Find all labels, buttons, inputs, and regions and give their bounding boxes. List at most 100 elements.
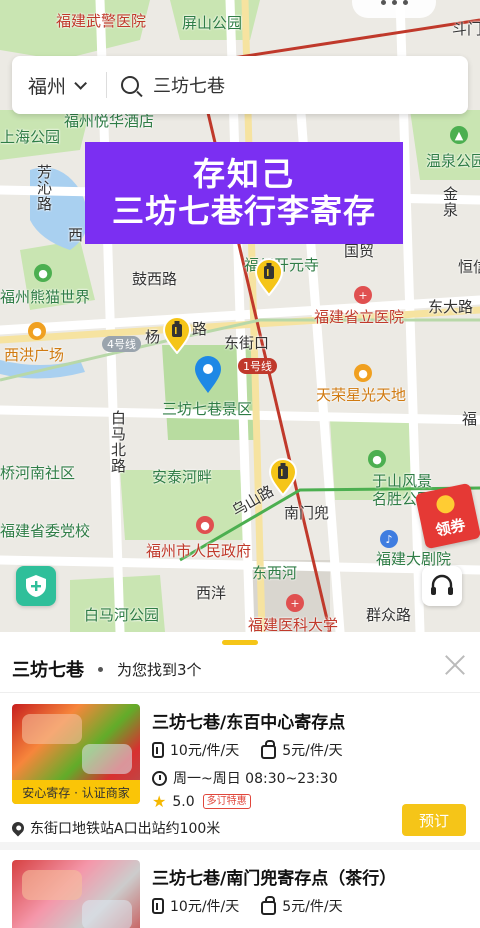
- map-label: 西洪广场: [4, 346, 65, 364]
- poi-icon: ●: [28, 322, 46, 340]
- opening-hours: 周一~周日 08:30~23:30: [173, 771, 338, 787]
- results-header: 三坊七巷 为您找到3个: [12, 656, 202, 682]
- headset-icon: [431, 574, 453, 595]
- certified-badge: 安心寄存 · 认证商家: [12, 780, 140, 804]
- camera-icon: ●: [368, 450, 386, 468]
- map-label: 上海公园: [0, 128, 61, 146]
- card-divider: [0, 842, 480, 850]
- map-label: 桥河南社区: [0, 464, 76, 482]
- hospital-icon: +: [354, 286, 372, 304]
- city-label: 福州: [28, 75, 67, 98]
- map-label: 三坊七巷景区: [162, 400, 253, 418]
- store-photo: [12, 860, 140, 928]
- mini-program-capsule[interactable]: [352, 0, 436, 18]
- metro-line-badge: 1号线: [238, 358, 277, 374]
- map-label: 屏山公园: [182, 14, 243, 32]
- map-pin-icon: [9, 819, 27, 837]
- map-label: 鼓西路: [132, 270, 178, 288]
- customer-service-button[interactable]: [422, 566, 462, 606]
- banner-line-2: 三坊七巷行李寄存: [111, 192, 376, 230]
- map-label: 杨: [145, 328, 161, 346]
- store-photo: 安心寄存 · 认证商家: [12, 704, 140, 804]
- shield-icon: [26, 575, 46, 597]
- park-icon: ▲: [450, 126, 468, 144]
- map-label: 福州市人民政府: [146, 542, 252, 560]
- mall-icon: ●: [354, 364, 372, 382]
- star-icon: ★: [152, 792, 167, 811]
- luggage-price: 10元/件/天: [170, 899, 240, 915]
- map-label: 芳沁路: [35, 164, 53, 212]
- coupon-label: 领券: [433, 515, 468, 540]
- results-sheet: 三坊七巷 为您找到3个 安心寄存 · 认证商家 三坊七巷/东百中心寄存点 10元…: [0, 632, 480, 928]
- music-icon: ♪: [380, 530, 398, 548]
- divider: [0, 692, 480, 693]
- coin-icon: [434, 493, 457, 515]
- location-pin-icon: [195, 356, 221, 393]
- discount-tag: 多订特惠: [202, 794, 251, 809]
- map-label: 安泰河畔: [152, 468, 213, 486]
- clock-icon: [152, 770, 167, 786]
- luggage-storage-pin[interactable]: [268, 458, 298, 496]
- close-icon[interactable]: [444, 654, 466, 676]
- luggage-icon: [152, 898, 164, 914]
- map-label: 温泉公园: [426, 152, 480, 170]
- address-row: 东街口地铁站A口出站约100米: [9, 818, 221, 838]
- store-name: 三坊七巷/东百中心寄存点: [152, 713, 346, 733]
- map-view[interactable]: 福建武警医院 屏山公园 斗门 上海公园 福州悦华酒店 温泉公园 芳沁路 金泉 西…: [0, 0, 480, 632]
- map-label: 群众路: [366, 606, 412, 624]
- map-label: 白马河公园: [84, 606, 160, 624]
- map-label: 路: [192, 320, 208, 338]
- bag-price: 5元/件/天: [282, 899, 343, 915]
- map-label: 白马北路: [109, 410, 127, 474]
- address-text: 东街口地铁站A口出站约100米: [30, 821, 221, 837]
- price-row: 10元/件/天 5元/件/天: [152, 895, 365, 916]
- luggage-storage-pin[interactable]: [162, 316, 192, 354]
- banner-line-1: 存知己: [192, 155, 295, 194]
- separator-dot: [98, 666, 103, 672]
- map-label: 南门兜: [284, 504, 330, 522]
- promo-banner: 存知己 三坊七巷行李寄存: [85, 142, 403, 244]
- hospital-icon: +: [286, 594, 304, 612]
- rating-row: ★ 5.0 多订特惠: [152, 792, 251, 811]
- map-label: 福州熊猫世界: [0, 288, 91, 306]
- luggage-icon: [152, 742, 164, 758]
- results-count: 为您找到3个: [117, 660, 202, 679]
- map-label: 西: [68, 226, 84, 244]
- map-label: 福: [462, 410, 478, 428]
- map-label: 东街口: [224, 334, 270, 352]
- map-label: 福建武警医院: [56, 12, 147, 30]
- map-label: 福建医科大学: [248, 616, 339, 632]
- divider: [106, 72, 107, 98]
- chevron-down-icon: [74, 76, 88, 90]
- map-label: 福建省立医院: [314, 308, 405, 326]
- map-label: 金泉: [441, 186, 459, 218]
- insurance-shield-button[interactable]: [16, 566, 56, 606]
- bag-icon: [261, 895, 277, 915]
- map-label: 东大路: [428, 298, 474, 316]
- poi-icon: ●: [34, 264, 52, 282]
- luggage-price: 10元/件/天: [170, 743, 240, 759]
- coupon-button[interactable]: 领券: [414, 482, 480, 550]
- map-label: 斗门: [452, 20, 480, 38]
- bag-icon: [261, 739, 277, 759]
- search-bar: 福州 三坊七巷: [12, 56, 468, 114]
- city-selector[interactable]: 福州: [12, 72, 106, 99]
- map-label: 西洋: [196, 584, 227, 602]
- store-name: 三坊七巷/南门兜寄存点（茶行）: [152, 869, 397, 889]
- luggage-storage-pin[interactable]: [254, 258, 284, 296]
- price-row: 10元/件/天 5元/件/天: [152, 739, 365, 760]
- rating-value: 5.0: [172, 793, 195, 810]
- drag-handle[interactable]: [222, 640, 258, 645]
- search-icon: [121, 76, 139, 94]
- results-title: 三坊七巷: [12, 660, 84, 681]
- metro-line-badge: 4号线: [102, 336, 141, 352]
- search-input[interactable]: 三坊七巷: [153, 72, 225, 98]
- bag-price: 5元/件/天: [282, 743, 343, 759]
- map-label: 天荣星光天地: [316, 386, 407, 404]
- hours-row: 周一~周日 08:30~23:30: [152, 768, 338, 788]
- map-label: 东西河: [252, 564, 298, 582]
- book-button[interactable]: 预订: [402, 804, 466, 836]
- map-label: 福建省委党校: [0, 522, 91, 540]
- gov-icon: ●: [196, 516, 214, 534]
- map-label: 恒信: [458, 258, 480, 276]
